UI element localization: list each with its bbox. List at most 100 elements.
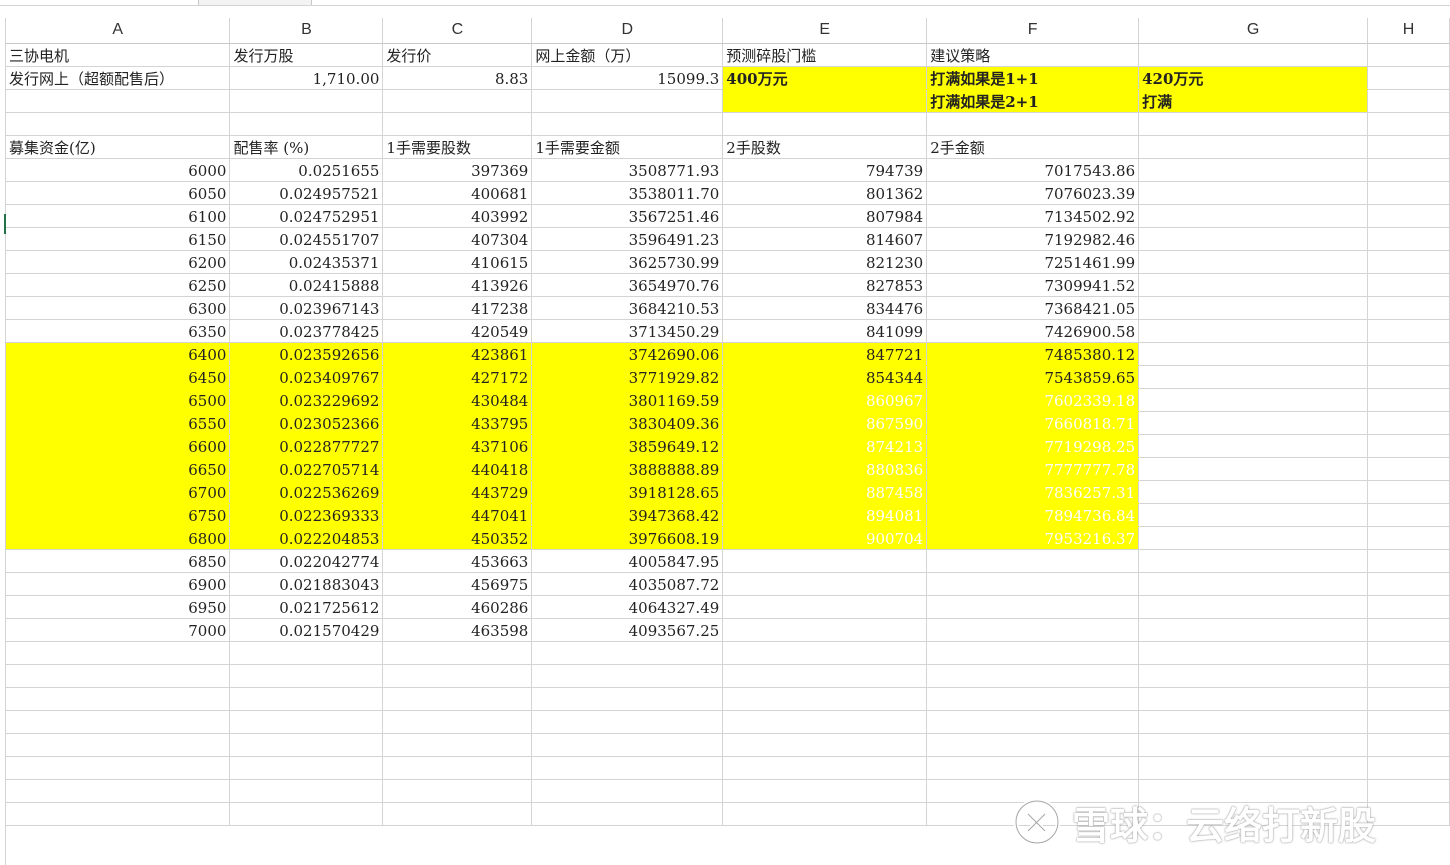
cell[interactable] xyxy=(229,89,384,113)
cell[interactable] xyxy=(1138,319,1368,343)
cell[interactable]: 1手需要股数 xyxy=(382,135,533,159)
cell[interactable] xyxy=(382,687,533,711)
cell[interactable] xyxy=(926,710,1140,734)
cell[interactable]: 841099 xyxy=(722,319,928,343)
cell[interactable]: 6950 xyxy=(6,595,231,619)
cell[interactable]: 2手金额 xyxy=(926,135,1140,159)
cell[interactable] xyxy=(926,687,1140,711)
cell[interactable]: 423861 xyxy=(382,342,533,366)
cell[interactable] xyxy=(382,664,533,688)
cell[interactable] xyxy=(382,112,533,136)
cell[interactable] xyxy=(1367,641,1450,665)
cell[interactable]: 7777777.78 xyxy=(926,457,1140,481)
cell[interactable] xyxy=(1138,618,1368,642)
cell[interactable]: 834476 xyxy=(722,296,928,320)
cell[interactable] xyxy=(1367,43,1450,67)
cell[interactable]: 0.022042774 xyxy=(229,549,384,573)
cell[interactable] xyxy=(531,779,724,803)
cell[interactable] xyxy=(1138,43,1368,67)
cell[interactable]: 7953216.37 xyxy=(926,526,1140,550)
cell[interactable]: 3888888.89 xyxy=(531,457,724,481)
cell[interactable] xyxy=(1367,503,1450,527)
cell[interactable]: 发行网上（超额配售后） xyxy=(6,66,231,90)
cell[interactable]: 420万元 xyxy=(1138,66,1368,90)
cell[interactable]: 450352 xyxy=(382,526,533,550)
cell[interactable] xyxy=(1367,342,1450,366)
column-header[interactable]: G xyxy=(1138,18,1368,44)
cell[interactable]: 7485380.12 xyxy=(926,342,1140,366)
cell[interactable] xyxy=(926,112,1140,136)
cell[interactable] xyxy=(229,664,384,688)
cell[interactable] xyxy=(1367,802,1450,826)
cell[interactable]: 453663 xyxy=(382,549,533,573)
cell[interactable]: 417238 xyxy=(382,296,533,320)
cell[interactable]: 6000 xyxy=(6,158,231,182)
cell[interactable]: 打满 xyxy=(1138,89,1368,113)
cell[interactable]: 900704 xyxy=(722,526,928,550)
cell[interactable]: 3596491.23 xyxy=(531,227,724,251)
cell[interactable]: 801362 xyxy=(722,181,928,205)
cell[interactable]: 6850 xyxy=(6,549,231,573)
cell[interactable]: 400681 xyxy=(382,181,533,205)
cell[interactable]: 6550 xyxy=(6,411,231,435)
cell[interactable]: 420549 xyxy=(382,319,533,343)
cell[interactable]: 募集资金(亿) xyxy=(6,135,231,159)
cell[interactable] xyxy=(722,733,928,757)
cell[interactable] xyxy=(926,618,1140,642)
cell[interactable] xyxy=(1138,710,1368,734)
cell[interactable]: 6650 xyxy=(6,457,231,481)
cell[interactable]: 430484 xyxy=(382,388,533,412)
cell[interactable]: 7134502.92 xyxy=(926,204,1140,228)
cell[interactable]: 0.024752951 xyxy=(229,204,384,228)
cell[interactable]: 410615 xyxy=(382,250,533,274)
cell[interactable]: 7426900.58 xyxy=(926,319,1140,343)
cell[interactable] xyxy=(382,756,533,780)
cell[interactable] xyxy=(531,89,724,113)
cell[interactable] xyxy=(1367,733,1450,757)
cell[interactable]: 6050 xyxy=(6,181,231,205)
cell[interactable] xyxy=(1367,89,1450,113)
cell[interactable] xyxy=(6,756,231,780)
column-header[interactable]: F xyxy=(926,18,1140,44)
cell[interactable]: 3625730.99 xyxy=(531,250,724,274)
cell[interactable] xyxy=(722,802,928,826)
cell[interactable]: 0.024551707 xyxy=(229,227,384,251)
cell[interactable] xyxy=(1367,158,1450,182)
cell[interactable] xyxy=(722,664,928,688)
cell[interactable] xyxy=(531,756,724,780)
spreadsheet-grid[interactable]: A B C D E F G H 三协电机 发行万股 发行价 网上金额（万） 预测碎股门槛… xyxy=(6,18,1450,826)
cell[interactable]: 463598 xyxy=(382,618,533,642)
cell[interactable]: 397369 xyxy=(382,158,533,182)
cell[interactable]: 807984 xyxy=(722,204,928,228)
column-header[interactable]: B xyxy=(229,18,384,44)
cell[interactable]: 827853 xyxy=(722,273,928,297)
cell[interactable] xyxy=(1367,66,1450,90)
cell[interactable]: 0.023592656 xyxy=(229,342,384,366)
cell[interactable]: 7000 xyxy=(6,618,231,642)
cell[interactable]: 7309941.52 xyxy=(926,273,1140,297)
cell[interactable]: 6350 xyxy=(6,319,231,343)
cell[interactable] xyxy=(1138,204,1368,228)
cell[interactable] xyxy=(382,641,533,665)
cell[interactable] xyxy=(1138,273,1368,297)
cell[interactable] xyxy=(229,802,384,826)
cell[interactable] xyxy=(1138,135,1368,159)
cell[interactable]: 3801169.59 xyxy=(531,388,724,412)
cell[interactable] xyxy=(1367,779,1450,803)
cell[interactable]: 407304 xyxy=(382,227,533,251)
cell[interactable] xyxy=(1138,756,1368,780)
cell[interactable]: 3508771.93 xyxy=(531,158,724,182)
cell[interactable] xyxy=(6,733,231,757)
cell[interactable]: 0.024957521 xyxy=(229,181,384,205)
cell[interactable] xyxy=(1138,411,1368,435)
cell[interactable] xyxy=(1367,204,1450,228)
cell[interactable] xyxy=(531,687,724,711)
cell[interactable]: 3567251.46 xyxy=(531,204,724,228)
cell[interactable]: 15099.3 xyxy=(531,66,724,90)
cell[interactable]: 建议策略 xyxy=(926,43,1140,67)
cell[interactable] xyxy=(1138,434,1368,458)
cell[interactable]: 0.022877727 xyxy=(229,434,384,458)
cell[interactable] xyxy=(1367,388,1450,412)
cell[interactable] xyxy=(722,710,928,734)
cell[interactable]: 821230 xyxy=(722,250,928,274)
